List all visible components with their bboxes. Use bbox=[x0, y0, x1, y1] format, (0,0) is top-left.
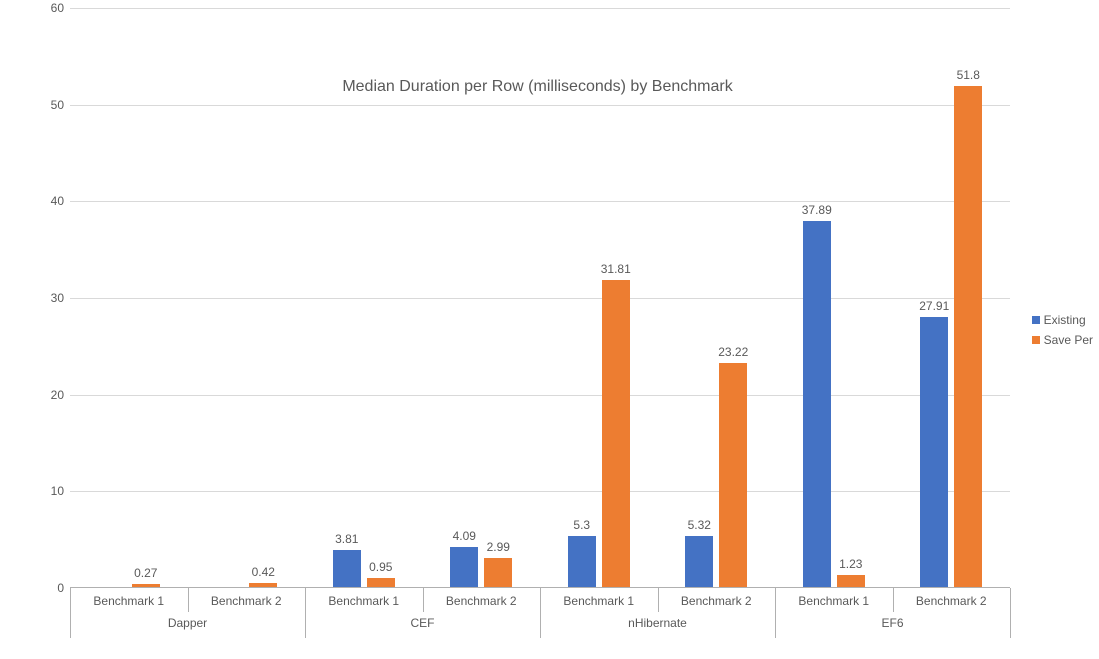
bar-saveper: 23.22 bbox=[719, 363, 747, 587]
bar-existing: 5.32 bbox=[685, 536, 713, 587]
x-sub-label: Benchmark 1 bbox=[93, 594, 164, 608]
bar-saveper: 51.8 bbox=[954, 86, 982, 587]
legend-item-existing: Existing bbox=[1032, 313, 1093, 327]
bar-saveper: 0.95 bbox=[367, 578, 395, 587]
bar-value-label: 4.09 bbox=[453, 529, 476, 543]
x-group-label: Dapper bbox=[168, 616, 207, 630]
y-tick-label: 0 bbox=[24, 581, 64, 595]
gridline bbox=[70, 8, 1010, 9]
bar-value-label: 0.27 bbox=[134, 566, 157, 580]
group-separator bbox=[1010, 588, 1011, 638]
bar-value-label: 0.42 bbox=[252, 565, 275, 579]
legend-item-saveper: Save Per bbox=[1032, 333, 1093, 347]
group-separator bbox=[775, 588, 776, 638]
y-tick-label: 40 bbox=[24, 194, 64, 208]
bar-value-label: 51.8 bbox=[957, 68, 980, 82]
x-group-label: CEF bbox=[411, 616, 435, 630]
gridline bbox=[70, 105, 1010, 106]
bar-saveper: 31.81 bbox=[602, 280, 630, 587]
bar-value-label: 0.95 bbox=[369, 560, 392, 574]
x-group-label: EF6 bbox=[881, 616, 903, 630]
bar-saveper: 0.27 bbox=[132, 584, 160, 587]
bar-existing: 4.09 bbox=[450, 547, 478, 587]
bar-value-label: 31.81 bbox=[601, 262, 631, 276]
legend-label: Save Per bbox=[1044, 333, 1093, 347]
bar-saveper: 0.42 bbox=[249, 583, 277, 587]
bar-value-label: 3.81 bbox=[335, 532, 358, 546]
subgroup-separator bbox=[658, 588, 659, 612]
gridline bbox=[70, 491, 1010, 492]
x-group-label: nHibernate bbox=[628, 616, 687, 630]
gridline bbox=[70, 395, 1010, 396]
bar-saveper: 2.99 bbox=[484, 558, 512, 587]
y-tick-label: 10 bbox=[24, 484, 64, 498]
bar-value-label: 1.23 bbox=[839, 557, 862, 571]
x-sub-label: Benchmark 1 bbox=[563, 594, 634, 608]
legend-swatch-icon bbox=[1032, 336, 1040, 344]
bar-existing: 37.89 bbox=[803, 221, 831, 587]
gridline bbox=[70, 201, 1010, 202]
legend-label: Existing bbox=[1044, 313, 1086, 327]
bar-existing: 27.91 bbox=[920, 317, 948, 587]
x-sub-label: Benchmark 2 bbox=[211, 594, 282, 608]
bar-value-label: 5.3 bbox=[573, 518, 590, 532]
y-tick-label: 30 bbox=[24, 291, 64, 305]
group-separator bbox=[70, 588, 71, 638]
plot-area: 01020304050600.27Benchmark 10.42Benchmar… bbox=[70, 8, 1010, 588]
bar-existing: 5.3 bbox=[568, 536, 596, 587]
x-sub-label: Benchmark 2 bbox=[681, 594, 752, 608]
bar-value-label: 37.89 bbox=[802, 203, 832, 217]
bar-value-label: 23.22 bbox=[718, 345, 748, 359]
x-sub-label: Benchmark 1 bbox=[798, 594, 869, 608]
gridline bbox=[70, 298, 1010, 299]
chart-container: Median Duration per Row (milliseconds) b… bbox=[50, 8, 1025, 648]
bar-value-label: 2.99 bbox=[487, 540, 510, 554]
subgroup-separator bbox=[893, 588, 894, 612]
legend: Existing Save Per bbox=[1032, 307, 1093, 353]
x-sub-label: Benchmark 1 bbox=[328, 594, 399, 608]
y-tick-label: 20 bbox=[24, 388, 64, 402]
x-sub-label: Benchmark 2 bbox=[446, 594, 517, 608]
y-tick-label: 60 bbox=[24, 1, 64, 15]
bar-saveper: 1.23 bbox=[837, 575, 865, 587]
y-tick-label: 50 bbox=[24, 98, 64, 112]
legend-swatch-icon bbox=[1032, 316, 1040, 324]
subgroup-separator bbox=[423, 588, 424, 612]
group-separator bbox=[540, 588, 541, 638]
bar-existing: 3.81 bbox=[333, 550, 361, 587]
subgroup-separator bbox=[188, 588, 189, 612]
x-sub-label: Benchmark 2 bbox=[916, 594, 987, 608]
bar-value-label: 5.32 bbox=[688, 518, 711, 532]
bar-value-label: 27.91 bbox=[919, 299, 949, 313]
group-separator bbox=[305, 588, 306, 638]
